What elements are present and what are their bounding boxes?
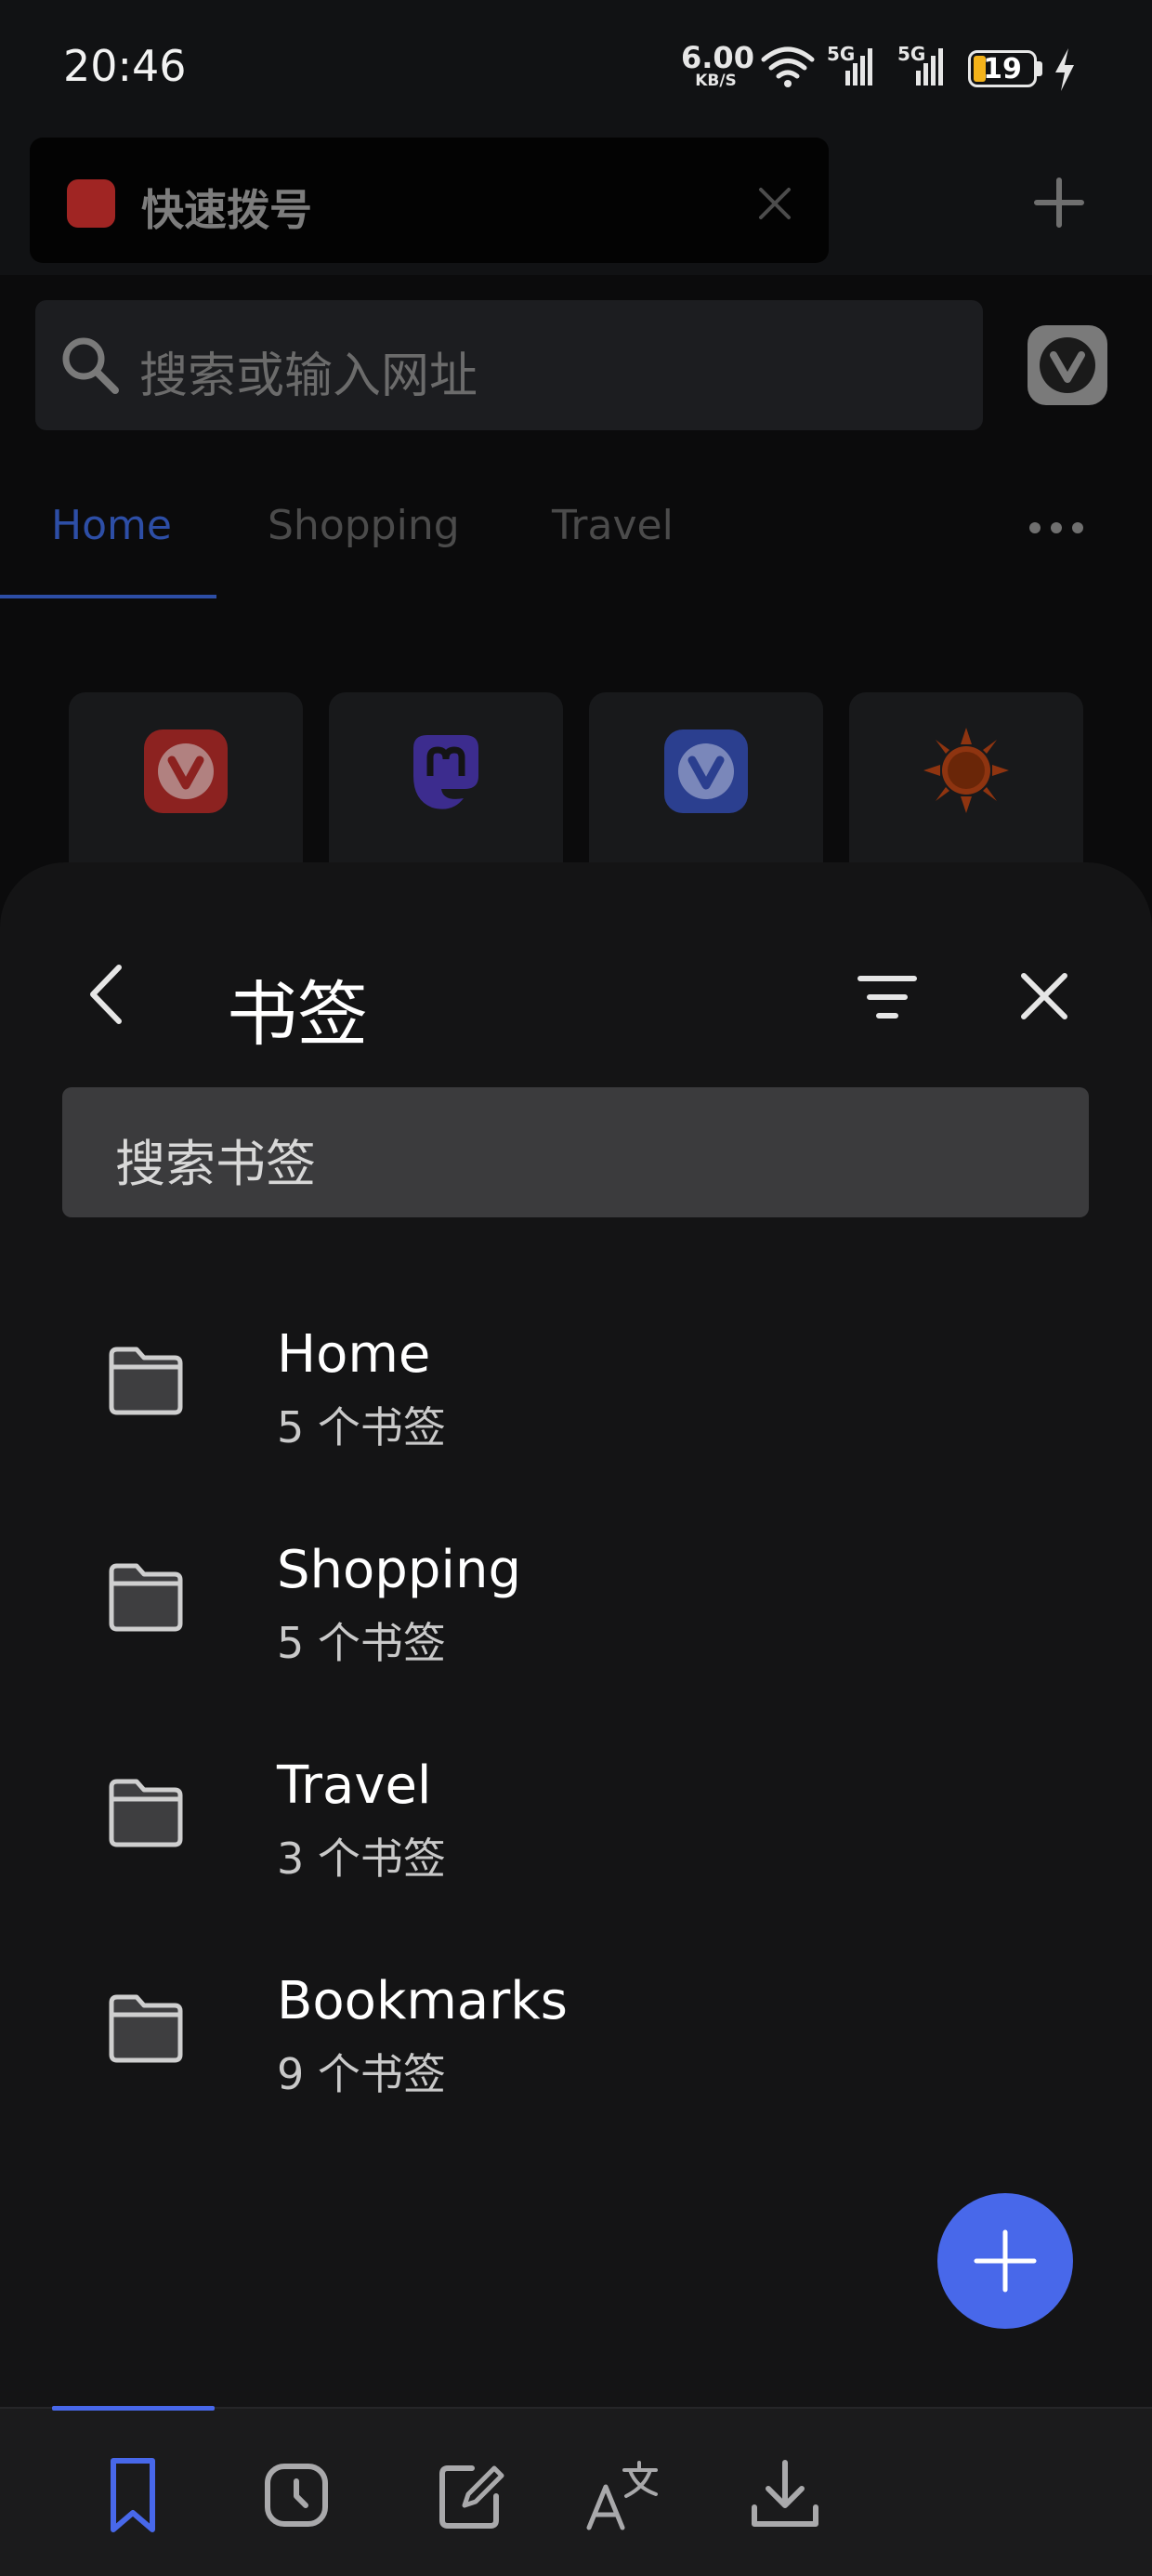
plus-icon [974,2229,1037,2293]
bookmark-search-placeholder: 搜索书签 [115,1135,316,1193]
network-speed-unit: KB/S [695,72,737,90]
folder-icon [109,1563,183,1632]
battery-icon: 19 [968,50,1037,87]
speed-dial-tab-shopping[interactable]: Shopping [268,502,460,549]
sun-icon [923,728,1009,813]
search-icon [62,337,119,394]
charging-icon [1055,48,1074,91]
close-icon[interactable] [1018,970,1070,1022]
active-nav-indicator [52,2406,215,2411]
address-placeholder: 搜索或输入网址 [139,348,478,404]
download-icon[interactable] [743,2453,827,2537]
wifi-icon [761,46,815,87]
folder-icon [109,1994,183,2063]
folder-icon [109,1779,183,1847]
folder-name: Bookmarks [277,1971,568,2031]
add-bookmark-button[interactable] [937,2193,1073,2329]
status-time: 20:46 [63,41,187,91]
folder-count: 9 个书签 [277,2049,446,2099]
mastodon-icon [413,735,478,809]
network-speed-value: 6.00 [681,40,754,75]
folder-name: Shopping [277,1540,521,1600]
folder-icon [109,1347,183,1415]
panel-title: 书签 [227,973,368,1056]
battery-terminal [1037,61,1042,76]
folder-count: 5 个书签 [277,1402,446,1452]
history-icon[interactable] [255,2453,338,2537]
notes-icon[interactable] [429,2453,513,2537]
vivaldi-menu-button[interactable] [1028,325,1107,405]
speed-dial-tab-indicator [0,595,216,598]
back-icon[interactable] [84,962,130,1027]
folder-count: 5 个书签 [277,1618,446,1668]
network-speed: 6.00 KB/S [681,40,754,90]
translate-icon[interactable] [582,2453,665,2537]
new-tab-icon[interactable] [1033,177,1085,229]
folder-name: Home [277,1324,431,1385]
sort-icon[interactable] [855,971,920,1023]
vivaldi-logo-icon [1040,337,1095,393]
close-tab-icon[interactable] [757,186,792,221]
speed-dial-tab-home[interactable]: Home [51,502,172,549]
battery-level: 19 [983,53,1022,85]
vivaldi-icon [664,729,748,813]
bookmark-icon[interactable] [91,2453,175,2537]
folder-name: Travel [277,1755,432,1816]
tab-title: 快速拨号 [141,185,312,235]
speed-dial-tab-travel[interactable]: Travel [552,502,674,549]
folder-count: 3 个书签 [277,1833,446,1884]
vivaldi-icon [144,729,228,813]
vivaldi-icon [67,179,115,228]
more-icon[interactable] [1028,519,1085,537]
